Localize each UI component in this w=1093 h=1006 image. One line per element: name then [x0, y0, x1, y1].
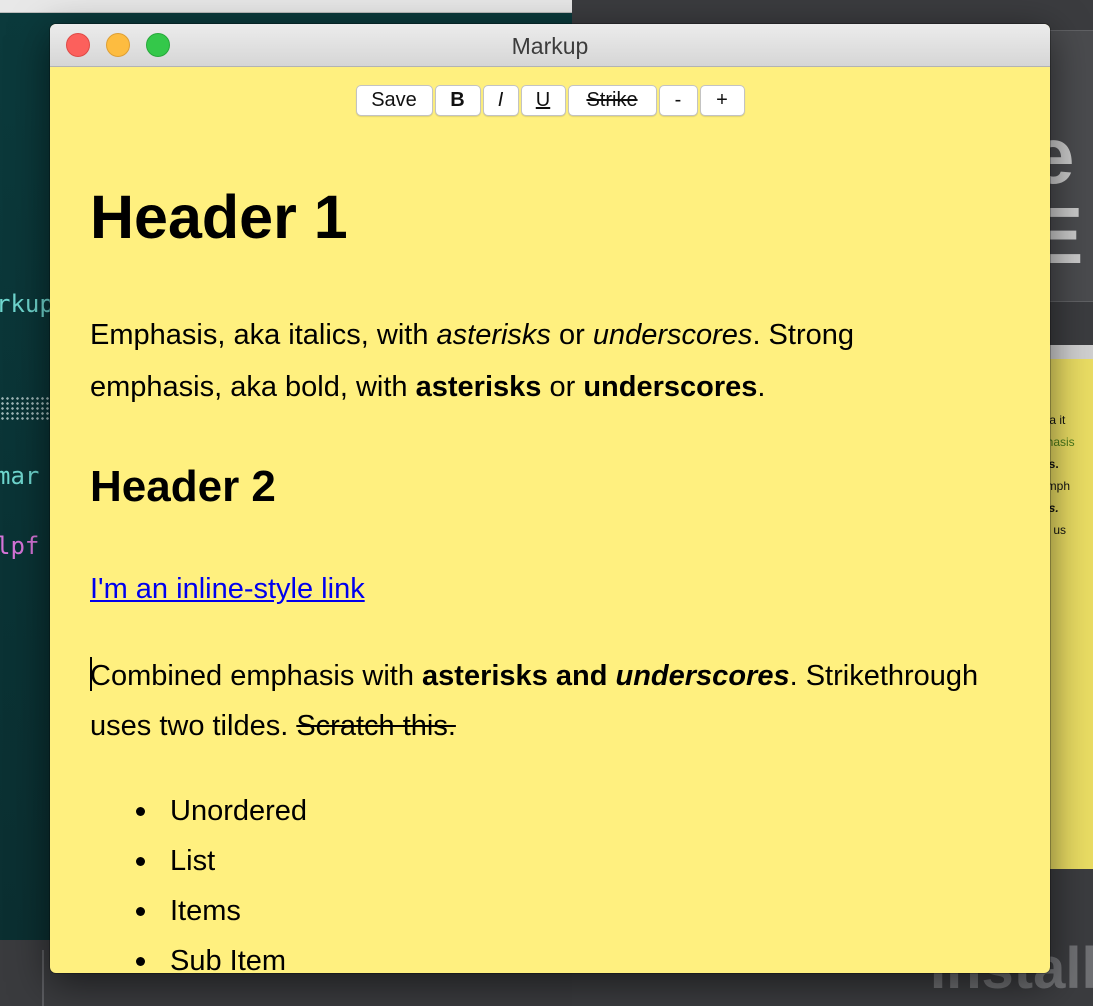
window-title: Markup — [511, 33, 589, 59]
list-item-label: Unordered — [170, 795, 308, 827]
italic-text: underscores — [592, 319, 753, 351]
strikethrough-text: Scratch this. — [296, 710, 456, 742]
background-code-dots — [0, 396, 50, 422]
markup-window: Markup Save B I U Strike - + Header 1 Em… — [50, 24, 1050, 973]
bullet-icon — [136, 907, 145, 916]
underline-button[interactable]: U — [520, 85, 566, 116]
combined-emphasis-paragraph: Combined emphasis with asterisks and und… — [90, 651, 990, 751]
strikethrough-button[interactable]: Strike — [567, 85, 657, 116]
italic-button[interactable]: I — [482, 85, 519, 116]
bullet-icon — [136, 807, 145, 816]
background-preview-line: d emph — [1048, 479, 1071, 493]
list-item: List — [90, 836, 307, 886]
text-run: or — [541, 371, 584, 403]
list-item: Unordered — [90, 786, 307, 836]
list-item: Items — [90, 886, 307, 936]
header-1: Header 1 — [90, 183, 348, 251]
inline-style-link[interactable]: I'm an inline-style link — [90, 569, 365, 609]
bullet-icon — [136, 957, 145, 966]
bold-text: underscores — [583, 371, 758, 403]
list-item-label: Sub Item — [170, 945, 287, 973]
header-2: Header 2 — [90, 462, 276, 511]
decrease-font-button[interactable]: - — [658, 85, 698, 116]
text-run: . — [757, 371, 766, 403]
text-run: Combined emphasis with — [90, 660, 423, 692]
background-preview-window: , aka it mphasis ores. d emph ores. ugh … — [1048, 345, 1093, 869]
background-code-line: mar — [0, 462, 40, 490]
background-preview-line: ugh us — [1048, 523, 1067, 537]
formatting-toolbar: Save B I U Strike - + — [50, 85, 1050, 116]
text-run: or — [550, 319, 593, 351]
background-preview-line: ores. — [1048, 501, 1059, 515]
background-preview-line: , aka it — [1048, 413, 1066, 427]
background-editor-titlebar — [0, 0, 572, 13]
italic-text: asterisks — [436, 319, 551, 351]
bold-text: asterisks and — [422, 660, 616, 692]
bullet-icon — [136, 857, 145, 866]
save-button[interactable]: Save — [355, 85, 433, 116]
background-divider — [42, 950, 44, 1006]
bold-italic-run: underscores — [615, 660, 790, 692]
emphasis-paragraph: Emphasis, aka italics, with asterisks or… — [90, 309, 990, 413]
bold-italic-text: underscores — [616, 660, 790, 692]
background-preview-line: mphasis — [1048, 435, 1075, 449]
bold-button[interactable]: B — [434, 85, 481, 116]
unordered-list: Unordered List Items Sub Item — [90, 786, 307, 973]
background-code-line: rkup — [0, 290, 54, 318]
list-item: Sub Item — [90, 936, 307, 973]
background-preview-line: ores. — [1048, 457, 1059, 471]
background-code-line: lpf — [0, 532, 40, 560]
title-bar[interactable]: Markup — [50, 24, 1050, 67]
text-run: Emphasis, aka italics, with — [90, 319, 437, 351]
list-item-label: Items — [170, 895, 241, 927]
list-item-label: List — [170, 845, 216, 877]
bold-text: asterisks — [415, 371, 542, 403]
increase-font-button[interactable]: + — [699, 85, 745, 116]
